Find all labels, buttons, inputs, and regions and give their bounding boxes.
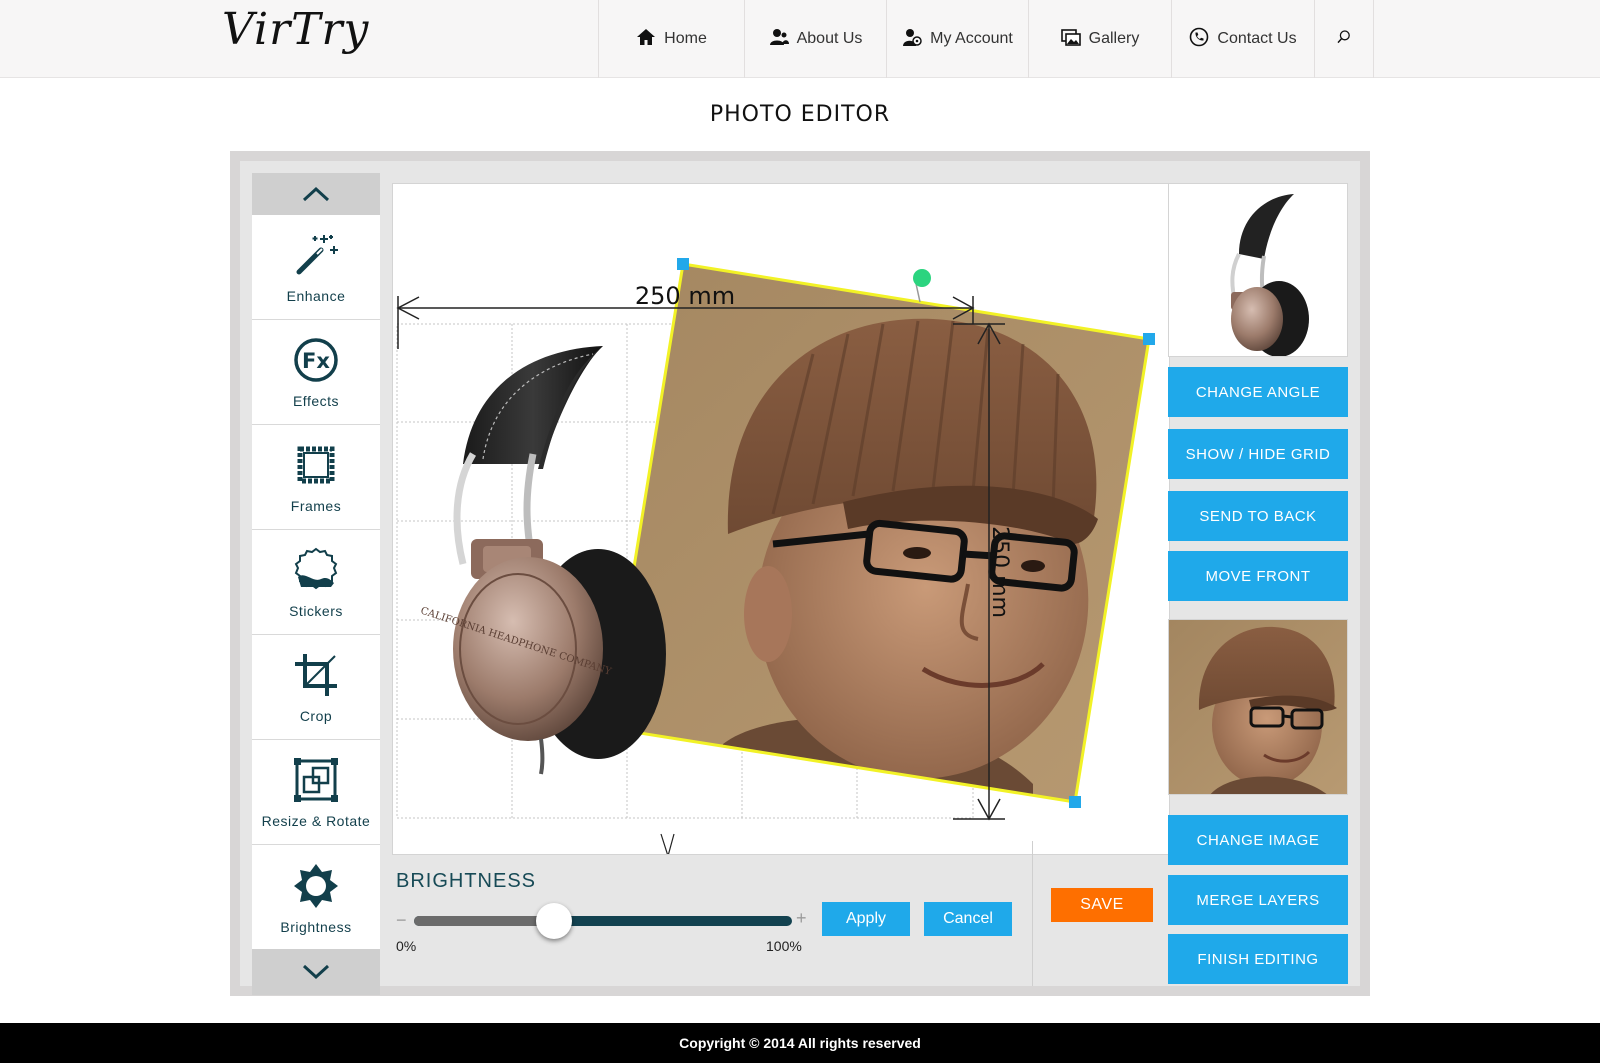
tool-resize-rotate[interactable]: Resize & Rotate bbox=[252, 740, 380, 845]
site-footer: Copyright © 2014 All rights reserved bbox=[0, 1023, 1600, 1063]
tool-crop[interactable]: Crop bbox=[252, 635, 380, 740]
nav-contact-label: Contact Us bbox=[1217, 30, 1297, 47]
site-logo[interactable]: VirTry bbox=[222, 4, 369, 55]
tool-crop-label: Crop bbox=[299, 708, 333, 724]
height-dimension-label: 250 mm bbox=[987, 526, 1012, 618]
layer-panel: CHANGE ANGLE SHOW / HIDE GRID SEND TO BA… bbox=[1168, 183, 1348, 986]
brightness-icon bbox=[294, 863, 338, 908]
tool-resize-rotate-label: Resize & Rotate bbox=[261, 813, 371, 829]
gallery-icon bbox=[1060, 27, 1081, 52]
brightness-slider[interactable] bbox=[414, 903, 792, 939]
save-button[interactable]: SAVE bbox=[1051, 888, 1153, 922]
page-title: PHOTO EDITOR bbox=[709, 102, 891, 127]
scroll-up-button[interactable] bbox=[252, 173, 380, 215]
apply-button[interactable]: Apply bbox=[822, 902, 910, 936]
chevron-up-icon bbox=[302, 186, 330, 202]
slider-minus-icon: − bbox=[396, 910, 407, 930]
nav-home[interactable]: Home bbox=[598, 0, 744, 78]
editor-canvas[interactable]: CALIFORNIA HEADPHONE COMPANY 250 mm 250 … bbox=[392, 183, 1170, 855]
face-layer-thumbnail[interactable] bbox=[1168, 619, 1348, 795]
crop-icon bbox=[295, 654, 337, 696]
headphones-sticker[interactable]: CALIFORNIA HEADPHONE COMPANY bbox=[419, 346, 666, 775]
move-front-button[interactable]: MOVE FRONT bbox=[1168, 551, 1348, 601]
face-thumbnail-image bbox=[1169, 620, 1347, 794]
home-icon bbox=[636, 27, 656, 52]
magic-wand-icon bbox=[296, 235, 338, 275]
users-icon bbox=[769, 27, 789, 52]
nav-account-label: My Account bbox=[930, 30, 1013, 47]
sticker-icon bbox=[294, 547, 338, 590]
tool-frames[interactable]: Frames bbox=[252, 425, 380, 530]
nav-home-label: Home bbox=[664, 30, 707, 47]
resize-rotate-icon bbox=[294, 758, 338, 802]
search-icon bbox=[1336, 29, 1352, 50]
brightness-slider-fill bbox=[414, 916, 554, 926]
nav-gallery-label: Gallery bbox=[1088, 30, 1140, 47]
rotate-handle[interactable] bbox=[913, 269, 931, 287]
copyright-text: Copyright © 2014 All rights reserved bbox=[679, 1035, 921, 1051]
change-image-button[interactable]: CHANGE IMAGE bbox=[1168, 815, 1348, 865]
phone-icon bbox=[1189, 27, 1209, 52]
tool-frames-label: Frames bbox=[290, 498, 342, 514]
face-photo-layer[interactable] bbox=[543, 244, 1170, 844]
search-button[interactable] bbox=[1314, 0, 1374, 78]
tool-stickers[interactable]: Stickers bbox=[252, 530, 380, 635]
resize-handle-top-left[interactable] bbox=[677, 258, 689, 270]
nav-gallery[interactable]: Gallery bbox=[1028, 0, 1171, 78]
canvas-drawing: CALIFORNIA HEADPHONE COMPANY 250 mm 250 … bbox=[396, 244, 1170, 854]
brightness-min-label: 0% bbox=[396, 938, 417, 954]
width-dimension-label: 250 mm bbox=[635, 282, 735, 310]
slider-plus-icon: + bbox=[796, 908, 807, 928]
merge-layers-button[interactable]: MERGE LAYERS bbox=[1168, 875, 1348, 925]
brightness-max-label: 100% bbox=[766, 938, 802, 954]
nav-about-us[interactable]: About Us bbox=[744, 0, 886, 78]
nav-my-account[interactable]: My Account bbox=[886, 0, 1028, 78]
brightness-title: BRIGHTNESS bbox=[396, 870, 537, 892]
brightness-slider-thumb[interactable] bbox=[535, 903, 572, 939]
show-hide-grid-button[interactable]: SHOW / HIDE GRID bbox=[1168, 429, 1348, 479]
tool-enhance[interactable]: Enhance bbox=[252, 215, 380, 320]
tool-enhance-label: Enhance bbox=[286, 288, 346, 304]
save-area: SAVE bbox=[1032, 841, 1170, 986]
cancel-button[interactable]: Cancel bbox=[924, 902, 1012, 936]
resize-handle-top-right[interactable] bbox=[1143, 333, 1155, 345]
nav-about-label: About Us bbox=[796, 30, 863, 47]
tool-sidebar: Enhance Fx Effects Frames Stickers Crop … bbox=[252, 173, 380, 995]
tool-effects[interactable]: Fx Effects bbox=[252, 320, 380, 425]
fx-icon: Fx bbox=[294, 338, 338, 382]
change-angle-button[interactable]: CHANGE ANGLE bbox=[1168, 367, 1348, 417]
tool-stickers-label: Stickers bbox=[289, 603, 343, 619]
nav-contact-us[interactable]: Contact Us bbox=[1171, 0, 1314, 78]
scroll-down-button[interactable] bbox=[252, 949, 380, 995]
svg-text:Fx: Fx bbox=[302, 349, 330, 373]
photo-editor: Enhance Fx Effects Frames Stickers Crop … bbox=[230, 151, 1370, 996]
finish-editing-button[interactable]: FINISH EDITING bbox=[1168, 934, 1348, 984]
brightness-panel: BRIGHTNESS − + 0% 100% Apply Cancel bbox=[392, 858, 1032, 986]
account-icon bbox=[902, 27, 922, 52]
headphones-layer-thumbnail[interactable] bbox=[1168, 183, 1348, 357]
site-header: VirTry Home About Us My Account Gallery bbox=[0, 0, 1600, 78]
resize-handle-bottom-right[interactable] bbox=[1069, 796, 1081, 808]
editor-panel: Enhance Fx Effects Frames Stickers Crop … bbox=[240, 161, 1360, 995]
tool-effects-label: Effects bbox=[292, 393, 340, 409]
tool-brightness[interactable]: Brightness bbox=[252, 845, 380, 950]
headphones-thumbnail-image bbox=[1230, 194, 1309, 356]
frame-icon bbox=[297, 446, 335, 484]
tool-brightness-label: Brightness bbox=[280, 918, 352, 935]
main-nav: Home About Us My Account Gallery Contact… bbox=[598, 0, 1374, 78]
chevron-down-icon bbox=[302, 964, 330, 980]
send-to-back-button[interactable]: SEND TO BACK bbox=[1168, 491, 1348, 541]
